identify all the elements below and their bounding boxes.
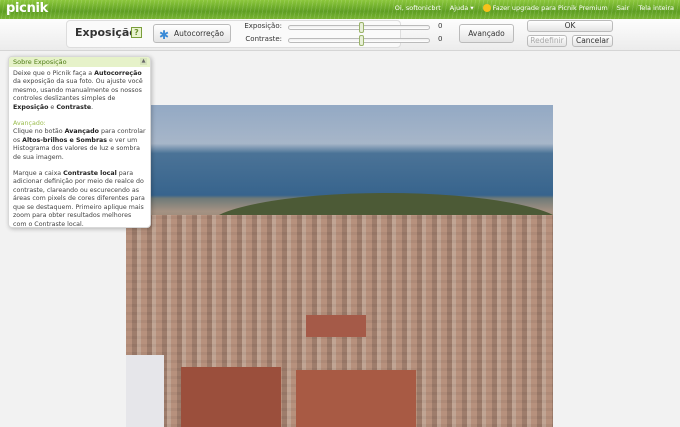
help-emphasis: Avançado bbox=[64, 128, 99, 136]
tool-title: Exposição bbox=[75, 26, 137, 39]
help-text: Deixe que o Picnik faça a bbox=[13, 70, 95, 77]
reset-button[interactable]: Redefinir bbox=[527, 35, 567, 47]
exposure-slider-handle[interactable] bbox=[359, 22, 364, 33]
help-text: . bbox=[91, 103, 94, 111]
help-emphasis: Exposição bbox=[13, 103, 49, 111]
autocorrect-label: Autocorreção bbox=[174, 29, 224, 38]
collapse-icon[interactable]: ▲ bbox=[140, 58, 147, 65]
photo-canvas[interactable] bbox=[126, 105, 553, 427]
toolbar: Exposição ? ✱ Autocorreção Exposição: Con… bbox=[0, 19, 680, 51]
logout-link[interactable]: Sair bbox=[617, 4, 630, 12]
help-emphasis: Contraste local bbox=[63, 170, 117, 178]
advanced-button[interactable]: Avançado bbox=[459, 24, 514, 43]
contrast-value: 0 bbox=[438, 35, 443, 43]
help-title: Sobre Exposição bbox=[13, 58, 67, 66]
help-emphasis: Autocorreção bbox=[94, 70, 142, 77]
help-emphasis: Altos-brilhos e Sombras bbox=[22, 136, 108, 144]
help-text: da exposição da sua foto. Ou ajuste você… bbox=[13, 78, 143, 103]
upgrade-link[interactable]: Fazer upgrade para Picnik Premium bbox=[482, 4, 608, 12]
help-text: Marque a caixa bbox=[13, 170, 64, 178]
sun-icon bbox=[482, 4, 491, 12]
photo-building bbox=[306, 315, 366, 337]
exposure-label: Exposição: bbox=[244, 22, 282, 30]
help-panel: Sobre Exposição ▲ Deixe que o Picnik faça… bbox=[8, 56, 151, 228]
help-emphasis: Contraste bbox=[56, 103, 92, 111]
fullscreen-link[interactable]: Tela inteira bbox=[638, 4, 674, 12]
upgrade-label: Fazer upgrade para Picnik Premium bbox=[492, 4, 608, 12]
contrast-slider[interactable] bbox=[288, 35, 430, 46]
greeting[interactable]: Oi, softonicbrt bbox=[395, 4, 441, 12]
photo-building bbox=[181, 367, 281, 427]
help-menu[interactable]: Ajuda ▾ bbox=[450, 4, 474, 12]
contrast-slider-handle[interactable] bbox=[359, 35, 364, 46]
header-bar: picnik Oi, softonicbrt Ajuda ▾ Fazer upg… bbox=[0, 0, 680, 19]
help-subtitle: Avançado: bbox=[13, 120, 46, 128]
help-text: Clique no botão bbox=[13, 128, 65, 136]
help-button[interactable]: ? bbox=[131, 27, 142, 38]
autocorrect-button[interactable]: ✱ Autocorreção bbox=[153, 24, 231, 43]
help-paragraph-1: Deixe que o Picnik faça a Autocorreção d… bbox=[13, 70, 146, 112]
contrast-label: Contraste: bbox=[245, 35, 282, 43]
cancel-button[interactable]: Cancelar bbox=[572, 35, 613, 47]
photo-building bbox=[296, 370, 416, 427]
ok-button[interactable]: OK bbox=[527, 20, 613, 32]
help-text: para adicionar definição por meio de rea… bbox=[13, 170, 145, 228]
exposure-value: 0 bbox=[438, 22, 443, 30]
picnik-logo[interactable]: picnik bbox=[6, 1, 48, 16]
sparkle-icon: ✱ bbox=[159, 28, 170, 42]
help-paragraph-2: Clique no botão Avançado para controlar … bbox=[13, 128, 146, 162]
exposure-slider[interactable] bbox=[288, 22, 430, 33]
help-paragraph-3: Marque a caixa Contraste local para adic… bbox=[13, 170, 146, 229]
photo-tower bbox=[126, 355, 164, 427]
